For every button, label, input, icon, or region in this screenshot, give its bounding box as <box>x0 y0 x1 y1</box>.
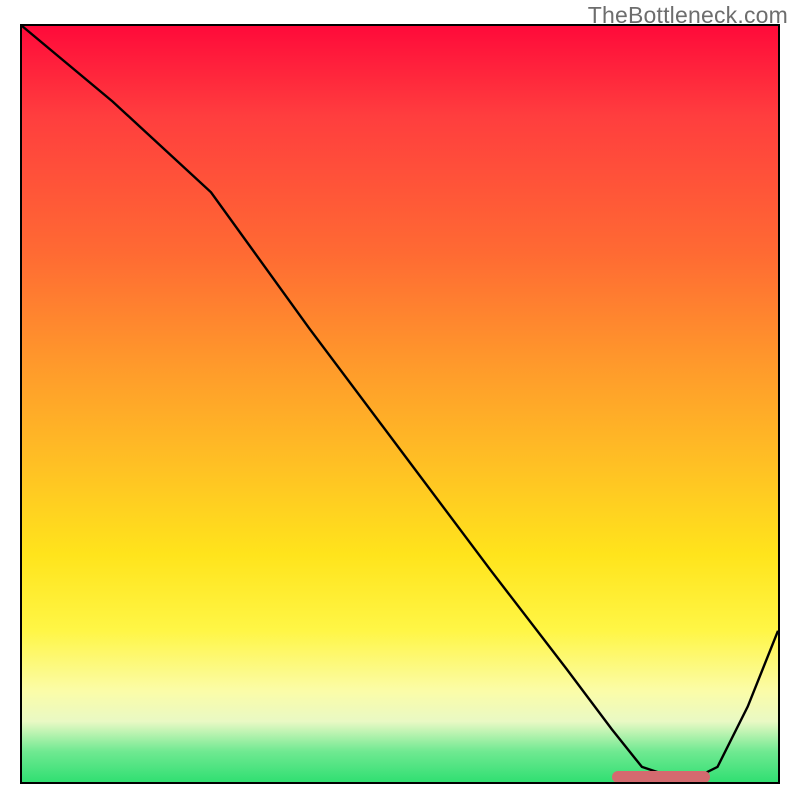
watermark-text: TheBottleneck.com <box>588 2 788 29</box>
optimal-range-marker <box>612 771 710 783</box>
bottleneck-chart <box>20 24 780 784</box>
bottleneck-curve <box>22 26 778 782</box>
